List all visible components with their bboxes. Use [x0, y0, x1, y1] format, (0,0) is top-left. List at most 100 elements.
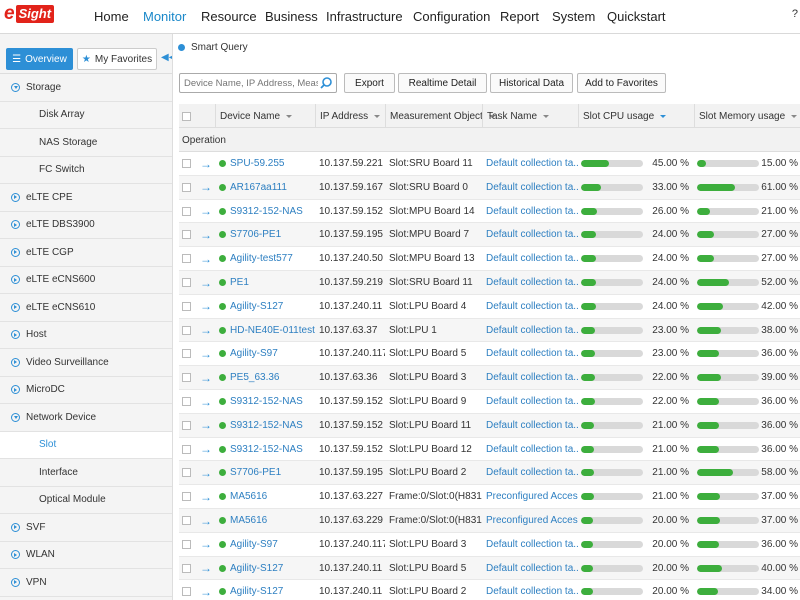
row-checkbox[interactable]	[182, 230, 191, 240]
col-slot-cpu-usage[interactable]: Slot CPU usage	[578, 104, 694, 128]
table-row[interactable]: → PE1 10.137.59.219 Slot:SRU Board 11 Defaul…	[179, 271, 800, 295]
search-icon[interactable]	[319, 76, 333, 90]
collapse-sidebar-icon[interactable]: ◀◀	[161, 52, 172, 63]
row-checkbox[interactable]	[182, 539, 191, 549]
task-name-link[interactable]: Default collection ta...	[486, 539, 578, 550]
row-checkbox[interactable]	[182, 444, 191, 454]
navigate-arrow-icon[interactable]: →	[200, 395, 212, 409]
col-device-name[interactable]: Device Name	[215, 104, 315, 128]
row-checkbox[interactable]	[182, 159, 191, 168]
table-row[interactable]: → Agility-S127 10.137.240.11 Slot:LPU Board…	[179, 295, 800, 319]
search-input[interactable]	[180, 74, 318, 92]
device-name-link[interactable]: MA5616	[230, 491, 267, 502]
sidebar-item-wlan[interactable]: WLAN	[0, 541, 172, 569]
task-name-link[interactable]: Default collection ta...	[486, 586, 578, 597]
sidebar-item-network-device[interactable]: Network Device	[0, 404, 172, 432]
navigate-arrow-icon[interactable]: →	[200, 561, 212, 575]
export-button[interactable]: Export	[344, 73, 395, 93]
sidebar-item-vpn[interactable]: VPN	[0, 569, 172, 597]
table-row[interactable]: → S9312-152-NAS 10.137.59.152 Slot:LPU Boar…	[179, 413, 800, 438]
task-name-link[interactable]: Default collection ta...	[486, 301, 578, 312]
row-checkbox[interactable]	[182, 397, 191, 406]
table-row[interactable]: → Agility-S127 10.137.240.11 Slot:LPU Board…	[179, 556, 800, 581]
sidebar-item-disk-array[interactable]: Disk Array	[0, 101, 172, 129]
navigate-arrow-icon[interactable]: →	[200, 299, 212, 313]
table-row[interactable]: → MA5616 10.137.63.227 Frame:0/Slot:0(H831.…	[179, 485, 800, 509]
row-checkbox[interactable]	[182, 301, 191, 311]
add-to-favorites-button[interactable]: Add to Favorites	[577, 73, 666, 93]
row-checkbox[interactable]	[182, 182, 191, 192]
table-row[interactable]: → PE5_63.36 10.137.63.36 Slot:LPU Board 3 De…	[179, 366, 800, 390]
navigate-arrow-icon[interactable]: →	[200, 323, 212, 337]
task-name-link[interactable]: Default collection ta...	[486, 420, 578, 431]
table-row[interactable]: → S7706-PE1 10.137.59.195 Slot:LPU Board 2 D…	[179, 461, 800, 486]
navigate-arrow-icon[interactable]: →	[200, 347, 212, 361]
task-name-link[interactable]: Default collection ta...	[486, 372, 578, 383]
device-name-link[interactable]: PE5_63.36	[230, 372, 280, 383]
navigate-arrow-icon[interactable]: →	[200, 204, 212, 218]
row-checkbox[interactable]	[182, 492, 191, 502]
navigate-arrow-icon[interactable]: →	[200, 371, 212, 385]
task-name-link[interactable]: Preconfigured Access...	[486, 491, 578, 502]
navigate-arrow-icon[interactable]: →	[200, 228, 212, 242]
device-name-link[interactable]: Agility-S97	[230, 348, 278, 359]
sidebar-item-elte-ecns610[interactable]: eLTE eCNS610	[0, 294, 172, 322]
navigate-arrow-icon[interactable]: →	[200, 490, 212, 504]
tab-my-favorites[interactable]: ★ My Favorites	[77, 48, 157, 70]
device-name-link[interactable]: S9312-152-NAS	[230, 206, 303, 217]
task-name-link[interactable]: Default collection ta...	[486, 396, 578, 407]
sidebar-item-optical-module[interactable]: Optical Module	[0, 486, 172, 514]
nav-quickstart[interactable]: Quickstart	[607, 9, 666, 24]
table-row[interactable]: → S9312-152-NAS 10.137.59.152 Slot:MPU Boar…	[179, 200, 800, 224]
table-row[interactable]: → SPU-59.255 10.137.59.221 Slot:SRU Board 1…	[179, 152, 800, 176]
historical-data-button[interactable]: Historical Data	[490, 73, 573, 93]
sidebar-item-storage[interactable]: Storage	[0, 74, 172, 102]
device-name-link[interactable]: PE1	[230, 277, 249, 288]
row-checkbox[interactable]	[182, 254, 191, 264]
row-checkbox[interactable]	[182, 349, 191, 359]
device-name-link[interactable]: Agility-S127	[230, 563, 283, 574]
device-name-link[interactable]: SPU-59.255	[230, 158, 284, 169]
device-name-link[interactable]: S9312-152-NAS	[230, 420, 303, 431]
device-name-link[interactable]: S7706-PE1	[230, 467, 281, 478]
nav-business[interactable]: Business	[265, 9, 318, 24]
navigate-arrow-icon[interactable]: →	[200, 418, 212, 432]
table-row[interactable]: → S7706-PE1 10.137.59.195 Slot:MPU Board 7 D…	[179, 223, 800, 248]
task-name-link[interactable]: Default collection ta...	[486, 277, 578, 288]
row-checkbox[interactable]	[182, 468, 191, 478]
task-name-link[interactable]: Default collection ta...	[486, 253, 578, 264]
task-name-link[interactable]: Default collection ta...	[486, 348, 578, 359]
table-row[interactable]: → MA5616 10.137.63.229 Frame:0/Slot:0(H831.…	[179, 509, 800, 533]
task-name-link[interactable]: Default collection ta...	[486, 467, 578, 478]
navigate-arrow-icon[interactable]: →	[200, 537, 212, 551]
device-name-link[interactable]: Agility-test577	[230, 253, 293, 264]
task-name-link[interactable]: Default collection ta...	[486, 158, 578, 169]
navigate-arrow-icon[interactable]: →	[200, 180, 212, 194]
device-name-link[interactable]: S9312-152-NAS	[230, 396, 303, 407]
task-name-link[interactable]: Default collection ta...	[486, 444, 578, 455]
device-name-link[interactable]: HD-NE40E-011test	[230, 325, 315, 336]
device-name-link[interactable]: AR167aa111	[230, 182, 287, 193]
sidebar-item-elte-ecns600[interactable]: eLTE eCNS600	[0, 266, 172, 294]
task-name-link[interactable]: Preconfigured Access...	[486, 515, 578, 526]
nav-report[interactable]: Report	[500, 9, 539, 24]
nav-system[interactable]: System	[552, 9, 595, 24]
row-checkbox[interactable]	[182, 278, 191, 287]
navigate-arrow-icon[interactable]: →	[200, 585, 212, 599]
table-row[interactable]: → HD-NE40E-011test 10.137.63.37 Slot:LPU 1 D…	[179, 318, 800, 343]
navigate-arrow-icon[interactable]: →	[200, 157, 212, 171]
device-name-link[interactable]: Agility-S97	[230, 539, 278, 550]
nav-home[interactable]: Home	[94, 9, 129, 24]
navigate-arrow-icon[interactable]: →	[200, 252, 212, 266]
device-name-link[interactable]: S9312-152-NAS	[230, 444, 303, 455]
task-name-link[interactable]: Default collection ta...	[486, 325, 578, 336]
sidebar-item-fc-switch[interactable]: FC Switch	[0, 156, 172, 184]
row-checkbox[interactable]	[182, 325, 191, 335]
sidebar-item-slot[interactable]: Slot	[0, 431, 172, 459]
device-name-link[interactable]: S7706-PE1	[230, 229, 281, 240]
sidebar-item-elte-cgp[interactable]: eLTE CGP	[0, 239, 172, 267]
table-row[interactable]: → S9312-152-NAS 10.137.59.152 Slot:LPU Boar…	[179, 438, 800, 462]
row-checkbox[interactable]	[182, 373, 191, 383]
row-checkbox[interactable]	[182, 516, 191, 525]
sidebar-item-elte-cpe[interactable]: eLTE CPE	[0, 184, 172, 212]
